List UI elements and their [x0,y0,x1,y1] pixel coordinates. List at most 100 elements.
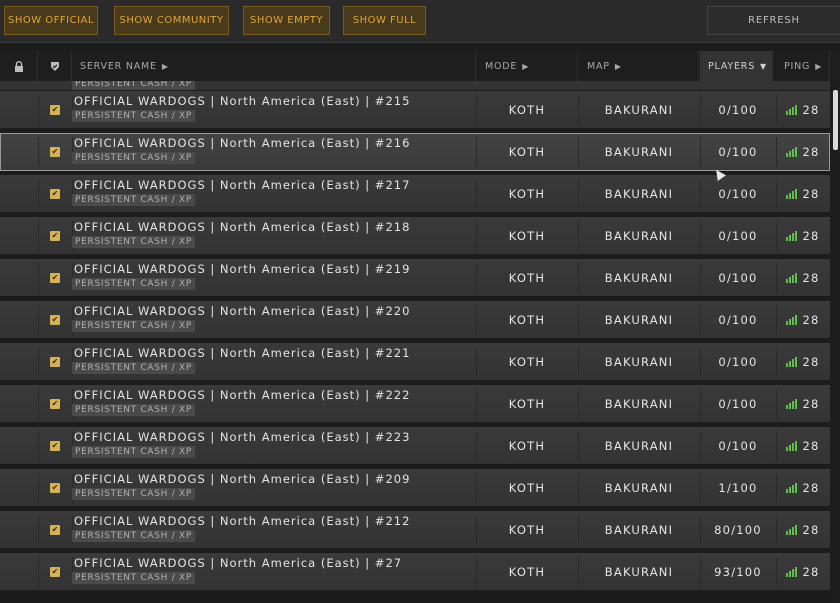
server-ping-value: 28 [802,565,820,579]
partial-row: PERSISTENT CASH / XP [0,81,830,90]
server-tag: PERSISTENT CASH / XP [72,530,195,542]
column-map[interactable]: MAP ▶ [578,51,699,81]
server-players: 80/100 [714,523,762,537]
column-ping[interactable]: PING ▶ [776,51,830,81]
signal-bars-icon [786,525,798,535]
server-map: BAKURANI [604,565,674,579]
sort-descending-icon: ▼ [760,61,767,71]
server-row[interactable]: ✔ OFFICIAL WARDOGS | North America (East… [0,469,830,507]
server-map: BAKURANI [604,145,674,159]
signal-bars-icon [786,231,798,241]
server-ping-value: 28 [802,439,820,453]
official-check-icon: ✔ [50,315,60,325]
official-check-icon: ✔ [50,441,60,451]
signal-bars-icon [786,315,798,325]
server-row[interactable]: ✔ OFFICIAL WARDOGS | North America (East… [0,259,830,297]
column-server-name[interactable]: SERVER NAME ▶ [72,51,476,81]
official-check-icon: ✔ [50,525,60,535]
signal-bars-icon [786,147,798,157]
server-row[interactable]: ✔ OFFICIAL WARDOGS | North America (East… [0,175,830,213]
column-lock[interactable] [0,51,38,81]
show-community-button[interactable]: SHOW COMMUNITY [114,6,229,35]
signal-bars-icon [786,567,798,577]
server-mode: KOTH [508,481,546,495]
server-mode: KOTH [508,523,546,537]
server-ping: 28 [776,343,830,381]
server-map: BAKURANI [604,229,674,243]
server-row[interactable]: ✔ OFFICIAL WARDOGS | North America (East… [0,511,830,549]
server-tag: PERSISTENT CASH / XP [72,110,195,122]
server-row[interactable]: ✔ OFFICIAL WARDOGS | North America (East… [0,385,830,423]
column-server-name-label: SERVER NAME [80,60,157,72]
official-check-icon: ✔ [50,399,60,409]
server-ping: 28 [776,511,830,549]
server-players: 0/100 [718,145,758,159]
server-tag: PERSISTENT CASH / XP [72,320,195,332]
server-row[interactable]: ✔ OFFICIAL WARDOGS | North America (East… [0,427,830,465]
server-tag: PERSISTENT CASH / XP [72,572,195,584]
server-mode: KOTH [508,355,546,369]
official-check-icon: ✔ [50,483,60,493]
signal-bars-icon [786,105,798,115]
server-ping-value: 28 [802,229,820,243]
server-browser-table: SERVER NAME ▶ MODE ▶ MAP ▶ PLAYERS ▼ PING ▶ P… [0,42,840,603]
show-empty-button[interactable]: SHOW EMPTY [243,6,330,35]
sort-arrow-icon: ▶ [815,61,823,71]
server-row[interactable]: ✔ OFFICIAL WARDOGS | North America (East… [0,133,830,171]
sort-arrow-icon: ▶ [614,61,622,71]
server-name: OFFICIAL WARDOGS | North America (East) … [74,556,403,570]
official-check-icon: ✔ [50,357,60,367]
server-ping: 28 [776,217,830,255]
refresh-button[interactable]: REFRESH [707,6,840,35]
column-ping-label: PING [784,60,811,72]
lock-icon [14,60,23,72]
column-players[interactable]: PLAYERS ▼ [700,51,773,81]
server-map: BAKURANI [604,187,674,201]
server-ping-value: 28 [802,523,820,537]
server-map: BAKURANI [604,271,674,285]
server-mode: KOTH [508,271,546,285]
show-official-button[interactable]: SHOW OFFICIAL [4,6,98,35]
column-map-label: MAP [587,60,610,72]
server-ping: 28 [776,553,830,591]
server-name: OFFICIAL WARDOGS | North America (East) … [74,472,411,486]
server-name: OFFICIAL WARDOGS | North America (East) … [74,262,411,276]
filter-toolbar: SHOW OFFICIAL SHOW COMMUNITY SHOW EMPTY … [0,0,840,42]
server-row[interactable]: ✔ OFFICIAL WARDOGS | North America (East… [0,91,830,129]
server-row[interactable]: ✔ OFFICIAL WARDOGS | North America (East… [0,217,830,255]
server-ping-value: 28 [802,271,820,285]
column-official[interactable] [38,51,72,81]
server-tag: PERSISTENT CASH / XP [72,194,195,206]
official-check-icon: ✔ [50,567,60,577]
server-mode: KOTH [508,439,546,453]
server-mode: KOTH [508,313,546,327]
server-map: BAKURANI [604,355,674,369]
server-row[interactable]: ✔ OFFICIAL WARDOGS | North America (East… [0,553,830,591]
sort-arrow-icon: ▶ [522,61,530,71]
scrollbar-thumb[interactable] [833,90,838,150]
server-map: BAKURANI [604,523,674,537]
server-map: BAKURANI [604,103,674,117]
signal-bars-icon [786,357,798,367]
column-mode[interactable]: MODE ▶ [476,51,578,81]
server-ping-value: 28 [802,103,820,117]
server-tag: PERSISTENT CASH / XP [72,362,195,374]
server-players: 0/100 [718,103,758,117]
server-map: BAKURANI [604,313,674,327]
server-row[interactable]: ✔ OFFICIAL WARDOGS | North America (East… [0,301,830,339]
server-mode: KOTH [508,397,546,411]
server-name: OFFICIAL WARDOGS | North America (East) … [74,430,411,444]
server-ping: 28 [776,175,830,213]
server-row[interactable]: ✔ OFFICIAL WARDOGS | North America (East… [0,343,830,381]
scrollbar[interactable] [830,80,840,603]
server-map: BAKURANI [604,439,674,453]
show-full-button[interactable]: SHOW FULL [343,6,426,35]
server-ping: 28 [776,259,830,297]
server-name: OFFICIAL WARDOGS | North America (East) … [74,304,411,318]
official-check-icon: ✔ [50,273,60,283]
server-tag: PERSISTENT CASH / XP [72,278,195,290]
server-players: 0/100 [718,271,758,285]
signal-bars-icon [786,273,798,283]
partial-row-tag: PERSISTENT CASH / XP [72,81,195,90]
server-tag: PERSISTENT CASH / XP [72,488,195,500]
